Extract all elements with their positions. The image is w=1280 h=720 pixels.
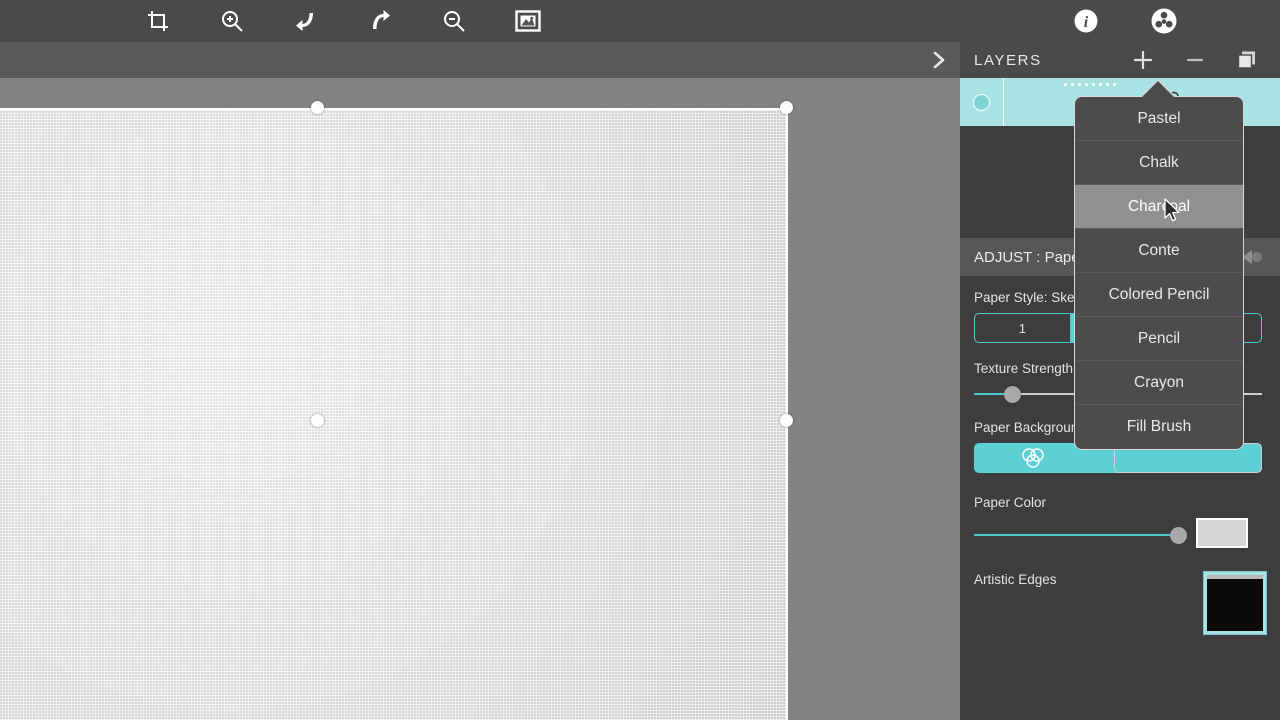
chevron-right-icon[interactable] (922, 43, 956, 77)
paper-color-slider[interactable] (974, 525, 1187, 545)
brush-type-menu: Pastel Chalk Charcoal Conte Colored Penc… (1074, 96, 1244, 450)
layers-header: LAYERS (960, 42, 1280, 78)
menu-item-pencil[interactable]: Pencil (1075, 317, 1243, 361)
artistic-edges-label: Artistic Edges (974, 572, 1057, 587)
selection-handle-left[interactable] (311, 414, 324, 427)
menu-pointer-arrow (1142, 81, 1174, 97)
settings-icon[interactable] (1146, 5, 1182, 37)
redo-icon[interactable] (362, 5, 398, 37)
info-icon[interactable]: i (1068, 5, 1104, 37)
menu-item-crayon[interactable]: Crayon (1075, 361, 1243, 405)
zoom-in-icon[interactable] (214, 5, 250, 37)
paper-color-swatch[interactable] (1196, 518, 1248, 548)
remove-layer-button[interactable] (1184, 49, 1206, 71)
layer-visibility-toggle[interactable] (960, 78, 1004, 126)
menu-item-colored-pencil[interactable]: Colored Pencil (1075, 273, 1243, 317)
image-icon[interactable] (510, 5, 546, 37)
menu-item-fill-brush[interactable]: Fill Brush (1075, 405, 1243, 449)
crop-icon[interactable] (140, 5, 176, 37)
artistic-edges-swatch[interactable] (1203, 571, 1267, 635)
menu-item-charcoal[interactable]: Charcoal (1075, 185, 1243, 229)
add-layer-button[interactable] (1132, 49, 1154, 71)
selection-handle-right[interactable] (780, 414, 793, 427)
layer-radio-icon (973, 93, 990, 111)
duplicate-layer-button[interactable] (1236, 49, 1258, 71)
layers-panel-title: LAYERS (974, 51, 1042, 69)
layer-drag-handle-icon[interactable] (1064, 83, 1116, 86)
menu-item-conte[interactable]: Conte (1075, 229, 1243, 273)
canvas-area[interactable]: M www.MacDown.com (0, 78, 960, 720)
menu-item-chalk[interactable]: Chalk (1075, 141, 1243, 185)
menu-item-pastel[interactable]: Pastel (1075, 97, 1243, 141)
artistic-edges-row: Artistic Edges (974, 571, 1267, 635)
layers-actions (1132, 42, 1258, 78)
selection-handle-top[interactable] (311, 101, 324, 114)
toolbar-right-group: i (1068, 0, 1182, 42)
app-window: i LAYERS ADJUST: Paper Paper Style: Ske… (0, 0, 1280, 720)
paper-color-row (974, 518, 1266, 548)
canvas-paper[interactable] (0, 108, 788, 720)
top-toolbar: i (0, 0, 1280, 42)
svg-text:i: i (1084, 14, 1089, 31)
adjust-panel-title: ADJUST : Paper (974, 248, 1085, 266)
paper-color-label: Paper Color (974, 495, 1047, 510)
undo-icon[interactable] (288, 5, 324, 37)
toolbar-tool-group (140, 5, 546, 37)
paper-style-option-1[interactable]: 1 (975, 314, 1071, 342)
selection-handle-top-right[interactable] (780, 101, 793, 114)
zoom-out-icon[interactable] (436, 5, 472, 37)
secondary-toolbar (0, 42, 960, 78)
